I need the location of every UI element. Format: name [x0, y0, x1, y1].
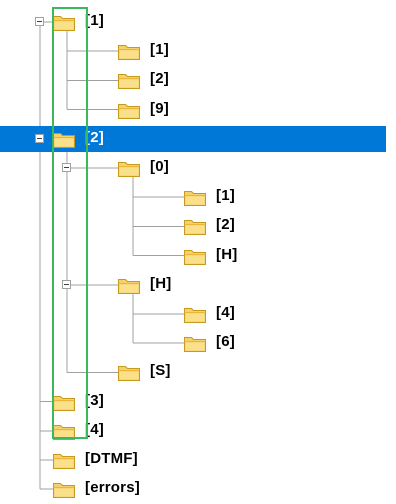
folder-icon	[117, 275, 141, 295]
tree-node[interactable]: [S]	[0, 359, 386, 385]
tree-node[interactable]: [0]	[0, 155, 386, 181]
folder-icon	[183, 304, 207, 324]
tree-node-label: [1]	[85, 12, 104, 29]
folder-icon	[183, 187, 207, 207]
tree-node-label: [DTMF]	[85, 450, 138, 467]
folder-icon	[52, 392, 76, 412]
folder-icon	[52, 421, 76, 441]
tree-node[interactable]: [1]	[0, 184, 386, 210]
tree-node-label: [3]	[85, 391, 104, 409]
collapse-toggle-icon[interactable]	[35, 133, 44, 143]
folder-icon	[117, 100, 141, 120]
tree-node-label: [2]	[150, 70, 169, 88]
tree-node[interactable]: [3]	[0, 389, 386, 415]
tree-node[interactable]: [2]	[0, 125, 386, 152]
tree-node-label: [0]	[150, 158, 169, 175]
tree-node[interactable]: [H]	[0, 243, 386, 269]
folder-tree[interactable]: [1] [1] [2] [9] [2] [0] [1] [2] [H] [H] [4] [6] [S] […	[0, 0, 396, 499]
folder-icon	[117, 362, 141, 382]
folder-icon	[183, 246, 207, 266]
tree-node[interactable]: [9]	[0, 97, 386, 123]
tree-node[interactable]: [errors]	[0, 476, 386, 502]
tree-node-label: [H]	[216, 245, 238, 263]
tree-node-label: [1]	[216, 187, 235, 205]
tree-node-label: [4]	[216, 304, 235, 321]
tree-node-label: [S]	[150, 362, 171, 380]
collapse-toggle-icon[interactable]	[62, 163, 71, 172]
collapse-toggle-icon[interactable]	[62, 279, 71, 289]
folder-icon	[117, 158, 141, 178]
tree-node-label: [errors]	[85, 479, 140, 497]
tree-node[interactable]: [DTMF]	[0, 447, 386, 473]
tree-node[interactable]: [4]	[0, 301, 386, 327]
tree-node-label: [2]	[85, 128, 104, 146]
tree-node[interactable]: [6]	[0, 330, 386, 356]
collapse-toggle-icon[interactable]	[35, 17, 44, 26]
folder-icon	[117, 70, 141, 90]
tree-node-label: [6]	[216, 333, 235, 351]
folder-icon	[52, 450, 76, 470]
tree-node[interactable]: [2]	[0, 67, 386, 93]
folder-icon	[52, 479, 76, 499]
tree-node-label: [H]	[150, 274, 172, 292]
tree-node[interactable]: [H]	[0, 272, 386, 298]
tree-node[interactable]: [4]	[0, 418, 386, 444]
tree-node[interactable]: [1]	[0, 9, 386, 35]
folder-icon	[52, 129, 76, 149]
tree-node-label: [9]	[150, 99, 169, 117]
tree-node-label: [1]	[150, 41, 169, 59]
tree-node[interactable]: [1]	[0, 38, 386, 64]
tree-node[interactable]: [2]	[0, 213, 386, 239]
folder-icon	[183, 216, 207, 236]
folder-icon	[117, 41, 141, 61]
folder-icon	[52, 12, 76, 32]
tree-node-label: [4]	[85, 420, 104, 438]
tree-node-label: [2]	[216, 216, 235, 234]
folder-icon	[183, 333, 207, 353]
